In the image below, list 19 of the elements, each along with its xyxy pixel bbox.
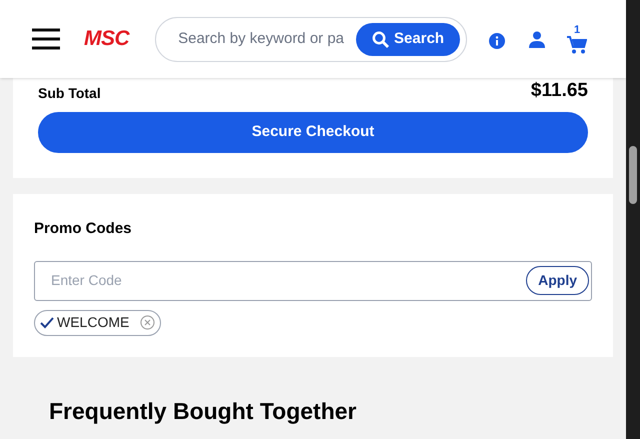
section-title: Frequently Bought Together [49, 396, 358, 426]
subtotal-label: Sub Total [38, 86, 101, 100]
code-field[interactable]: Enter Code Apply [34, 260, 592, 300]
search-field[interactable]: Search by keyword or pa Search [155, 16, 468, 62]
remove-icon[interactable] [140, 315, 156, 330]
menu-icon[interactable] [32, 28, 60, 50]
cart-icon[interactable] [567, 36, 588, 54]
search-button[interactable]: Search [356, 22, 460, 56]
promo-title: Promo Codes [34, 219, 133, 239]
subtotal-value: $11.65 [530, 81, 588, 100]
checkout-button[interactable]: Secure Checkout [38, 112, 588, 153]
info-icon[interactable] [489, 33, 506, 49]
user-icon[interactable] [529, 30, 546, 48]
search-icon [372, 30, 390, 48]
scrollbar[interactable] [626, 0, 640, 439]
promo-code: WELCOME [57, 313, 130, 332]
cart-count: 1 [574, 24, 580, 36]
apply-button[interactable]: Apply [526, 266, 589, 295]
logo[interactable]: MSC [84, 23, 130, 55]
